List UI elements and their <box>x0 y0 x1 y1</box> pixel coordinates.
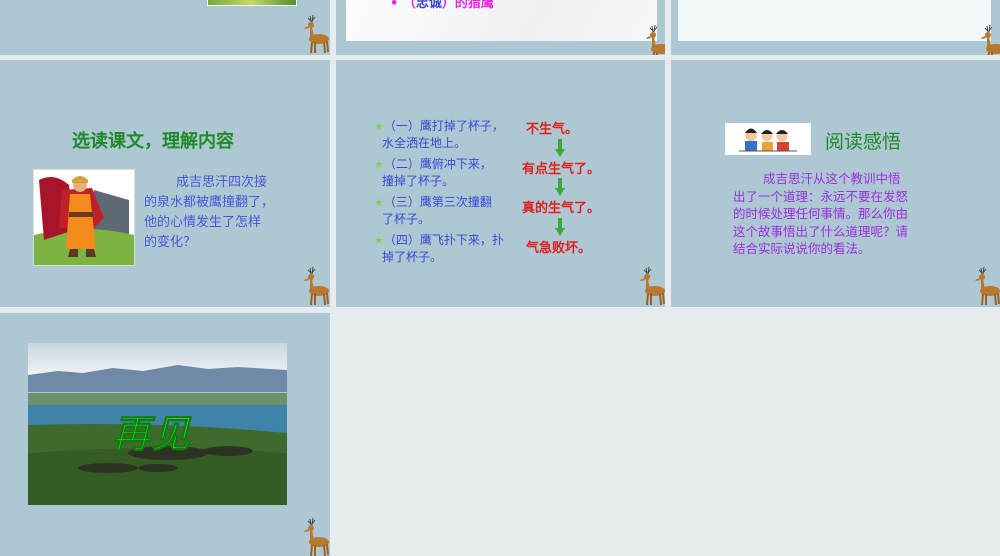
event-line: （二）鹰俯冲下来， <box>383 157 492 171</box>
slide-thumbnail-4[interactable]: 选读课文，理解内容 成吉思汗四次接 的泉水都被鹰撞翻了， 他的心情发生了怎样 的… <box>0 60 330 307</box>
star-icon: ★ <box>374 158 384 171</box>
event-item: ★（二）鹰俯冲下来， 撞掉了杯子。 <box>374 156 492 189</box>
deer-icon <box>973 24 1000 55</box>
deer-icon <box>967 266 1000 306</box>
paragraph-line: 成吉思汗从这个教训中悟 <box>763 171 901 186</box>
paragraph-line: 他的心情发生了怎样 <box>144 215 262 230</box>
event-item: ★（三）鹰第三次撞翻 了杯子。 <box>374 194 492 227</box>
bullet-suffix: ）的猎鹰 <box>441 0 494 11</box>
arrow-down-icon <box>555 139 565 157</box>
slide-thumbnail-2[interactable]: • （忠诚）的猎鹰 <box>336 0 665 55</box>
slide-thumbnail-1[interactable] <box>0 0 330 55</box>
paragraph-line: 的变化？ <box>144 235 197 250</box>
slide-content-area: • （忠诚）的猎鹰 <box>346 0 657 41</box>
deer-icon <box>296 517 330 556</box>
deer-icon <box>296 266 330 306</box>
bullet-prefix: （ <box>402 0 416 11</box>
star-icon: ★ <box>374 234 384 247</box>
slide-title: 选读课文，理解内容 <box>72 131 234 152</box>
slide-title: 阅读感悟 <box>825 131 902 153</box>
question-paragraph: 成吉思汗四次接 的泉水都被鹰撞翻了， 他的心情发生了怎样 的变化？ <box>144 173 274 253</box>
paragraph-line: 的泉水都被鹰撞翻了， <box>144 195 275 210</box>
mood-4: 气急败坏。 <box>526 241 592 256</box>
paragraph-line: 成吉思汗四次接 <box>176 175 268 190</box>
slide-thumbnail-5[interactable]: ★（一）鹰打掉了杯子， 水全洒在地上。 ★（二）鹰俯冲下来， 撞掉了杯子。 ★（… <box>336 60 665 307</box>
paragraph-line: 结合实际说说你的看法。 <box>733 241 871 256</box>
insight-paragraph: 成吉思汗从这个教训中悟 出了一个道理：永远不要在发怒 的时候处理任何事情。那么你… <box>733 170 908 258</box>
event-item: ★（一）鹰打掉了杯子， 水全洒在地上。 <box>374 118 504 151</box>
event-line: 撞掉了杯子。 <box>382 174 455 188</box>
slide-thumbnail-6[interactable]: 阅读感悟 成吉思汗从这个教训中悟 出了一个道理：永远不要在发怒 的时候处理任何事… <box>671 60 1000 307</box>
arrow-down-icon <box>555 178 565 196</box>
star-icon: ★ <box>374 120 384 133</box>
deer-icon <box>638 24 665 55</box>
deer-icon <box>632 266 665 306</box>
bullet-line: • （忠诚）的猎鹰 <box>390 0 494 11</box>
star-icon: ★ <box>374 196 384 209</box>
event-line: （三）鹰第三次撞翻 <box>383 195 492 209</box>
paragraph-line: 的时候处理任何事情。那么你由 <box>733 206 909 221</box>
genghis-khan-illustration <box>33 169 135 266</box>
slide-image-partial <box>207 0 297 6</box>
event-item: ★（四）鹰飞扑下来，扑 掉了杯子。 <box>374 232 504 265</box>
deer-icon <box>296 14 330 54</box>
arrow-down-icon <box>555 218 565 236</box>
paragraph-line: 出了一个道理：永远不要在发怒 <box>733 188 909 204</box>
event-line: 掉了杯子。 <box>382 250 443 264</box>
event-line: （一）鹰打掉了杯子， <box>383 119 504 133</box>
event-line: （四）鹰飞扑下来，扑 <box>383 233 504 247</box>
event-line: 水全洒在地上。 <box>382 136 467 150</box>
grassland-photo: 再见 <box>28 343 287 505</box>
paragraph-line: 这个故事悟出了什么道理呢？请 <box>733 223 909 239</box>
event-line: 了杯子。 <box>382 212 431 226</box>
mood-3: 真的生气了。 <box>522 201 601 216</box>
goodbye-text: 再见 <box>111 411 193 457</box>
bullet-dot: • <box>390 0 403 11</box>
slide-thumbnail-7[interactable]: 再见 <box>0 313 330 556</box>
mood-1: 不生气。 <box>526 122 579 137</box>
mood-2: 有点生气了。 <box>522 162 601 177</box>
slide-content-area <box>678 0 991 41</box>
slide-thumbnail-3[interactable] <box>671 0 1000 55</box>
children-reading-illustration <box>725 123 811 155</box>
bullet-keyword: 忠诚 <box>415 0 442 11</box>
